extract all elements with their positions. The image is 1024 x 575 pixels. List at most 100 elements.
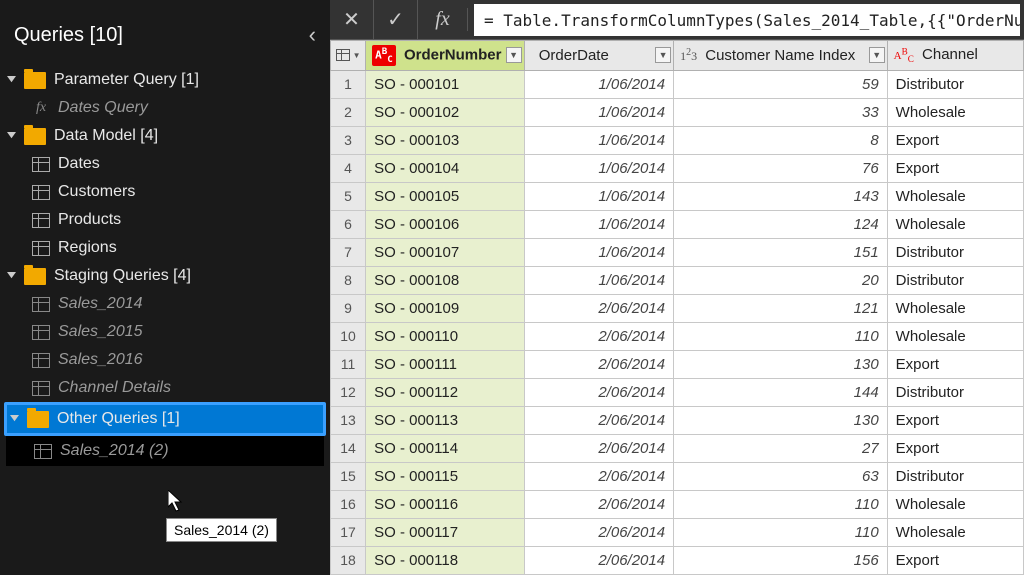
row-number[interactable]: 14 [331, 434, 366, 462]
row-number[interactable]: 15 [331, 462, 366, 490]
cell-customer-index[interactable]: 27 [674, 434, 888, 462]
row-number[interactable]: 17 [331, 518, 366, 546]
cell-channel[interactable]: Export [887, 434, 1023, 462]
column-header-customer-name-index[interactable]: 123 Customer Name Index ▼ [674, 41, 888, 71]
table-corner-menu[interactable]: ▼ [331, 41, 366, 71]
table-row[interactable]: 1SO - 0001011/06/201459Distributor [331, 70, 1024, 98]
cell-ordernumber[interactable]: SO - 000102 [366, 98, 524, 126]
cell-customer-index[interactable]: 63 [674, 462, 888, 490]
cell-orderdate[interactable]: 2/06/2014 [524, 406, 673, 434]
formula-confirm-button[interactable]: ✓ [374, 0, 418, 39]
cell-ordernumber[interactable]: SO - 000108 [366, 266, 524, 294]
tree-group[interactable]: Parameter Query [1] [0, 66, 330, 94]
cell-orderdate[interactable]: 2/06/2014 [524, 546, 673, 574]
collapse-pane-button[interactable]: ‹ [309, 22, 316, 48]
cell-ordernumber[interactable]: SO - 000118 [366, 546, 524, 574]
cell-customer-index[interactable]: 143 [674, 182, 888, 210]
cell-orderdate[interactable]: 2/06/2014 [524, 378, 673, 406]
tree-query-item[interactable]: Sales_2015 [0, 318, 330, 346]
column-filter-button[interactable]: ▼ [869, 47, 885, 63]
table-row[interactable]: 17SO - 0001172/06/2014110Wholesale [331, 518, 1024, 546]
data-table-wrap[interactable]: ▼ ABC OrderNumber ▼ OrderDate ▼ [330, 40, 1024, 575]
cell-orderdate[interactable]: 2/06/2014 [524, 322, 673, 350]
cell-customer-index[interactable]: 110 [674, 490, 888, 518]
cell-ordernumber[interactable]: SO - 000113 [366, 406, 524, 434]
row-number[interactable]: 16 [331, 490, 366, 518]
cell-ordernumber[interactable]: SO - 000101 [366, 70, 524, 98]
cell-channel[interactable]: Distributor [887, 266, 1023, 294]
table-row[interactable]: 2SO - 0001021/06/201433Wholesale [331, 98, 1024, 126]
table-row[interactable]: 8SO - 0001081/06/201420Distributor [331, 266, 1024, 294]
formula-fx-icon[interactable]: fx [418, 8, 468, 31]
cell-channel[interactable]: Wholesale [887, 98, 1023, 126]
cell-channel[interactable]: Distributor [887, 378, 1023, 406]
cell-orderdate[interactable]: 1/06/2014 [524, 266, 673, 294]
cell-orderdate[interactable]: 1/06/2014 [524, 210, 673, 238]
cell-customer-index[interactable]: 156 [674, 546, 888, 574]
tree-query-item[interactable]: Channel Details [0, 374, 330, 402]
cell-ordernumber[interactable]: SO - 000104 [366, 154, 524, 182]
table-row[interactable]: 11SO - 0001112/06/2014130Export [331, 350, 1024, 378]
cell-customer-index[interactable]: 110 [674, 322, 888, 350]
cell-channel[interactable]: Export [887, 406, 1023, 434]
row-number[interactable]: 8 [331, 266, 366, 294]
formula-input[interactable]: = Table.TransformColumnTypes(Sales_2014_… [474, 4, 1020, 36]
cell-customer-index[interactable]: 144 [674, 378, 888, 406]
cell-ordernumber[interactable]: SO - 000114 [366, 434, 524, 462]
cell-channel[interactable]: Wholesale [887, 322, 1023, 350]
cell-orderdate[interactable]: 2/06/2014 [524, 434, 673, 462]
cell-channel[interactable]: Distributor [887, 70, 1023, 98]
tree-group[interactable]: Data Model [4] [0, 122, 330, 150]
tree-query-item[interactable]: Products [0, 206, 330, 234]
tree-query-item[interactable]: Regions [0, 234, 330, 262]
column-header-channel[interactable]: ABC Channel [887, 41, 1023, 71]
cell-customer-index[interactable]: 8 [674, 126, 888, 154]
cell-channel[interactable]: Wholesale [887, 210, 1023, 238]
cell-customer-index[interactable]: 76 [674, 154, 888, 182]
row-number[interactable]: 18 [331, 546, 366, 574]
tree-query-item[interactable]: Customers [0, 178, 330, 206]
cell-channel[interactable]: Wholesale [887, 518, 1023, 546]
tree-query-item[interactable]: Dates [0, 150, 330, 178]
table-row[interactable]: 10SO - 0001102/06/2014110Wholesale [331, 322, 1024, 350]
cell-ordernumber[interactable]: SO - 000106 [366, 210, 524, 238]
column-filter-button[interactable]: ▼ [506, 47, 522, 63]
tree-query-item[interactable]: Sales_2014 (2) [6, 436, 324, 466]
cell-channel[interactable]: Wholesale [887, 294, 1023, 322]
cell-ordernumber[interactable]: SO - 000111 [366, 350, 524, 378]
tree-query-item[interactable]: fxDates Query [0, 94, 330, 122]
row-number[interactable]: 11 [331, 350, 366, 378]
cell-ordernumber[interactable]: SO - 000110 [366, 322, 524, 350]
cell-ordernumber[interactable]: SO - 000105 [366, 182, 524, 210]
cell-orderdate[interactable]: 1/06/2014 [524, 154, 673, 182]
row-number[interactable]: 9 [331, 294, 366, 322]
row-number[interactable]: 3 [331, 126, 366, 154]
column-header-orderdate[interactable]: OrderDate ▼ [524, 41, 673, 71]
tree-query-item[interactable]: Sales_2016 [0, 346, 330, 374]
cell-orderdate[interactable]: 2/06/2014 [524, 294, 673, 322]
table-row[interactable]: 6SO - 0001061/06/2014124Wholesale [331, 210, 1024, 238]
cell-orderdate[interactable]: 1/06/2014 [524, 126, 673, 154]
row-number[interactable]: 5 [331, 182, 366, 210]
row-number[interactable]: 6 [331, 210, 366, 238]
cell-channel[interactable]: Export [887, 546, 1023, 574]
formula-cancel-button[interactable]: ✕ [330, 0, 374, 39]
table-row[interactable]: 4SO - 0001041/06/201476Export [331, 154, 1024, 182]
tree-query-item[interactable]: Sales_2014 [0, 290, 330, 318]
table-row[interactable]: 12SO - 0001122/06/2014144Distributor [331, 378, 1024, 406]
cell-orderdate[interactable]: 1/06/2014 [524, 70, 673, 98]
table-row[interactable]: 9SO - 0001092/06/2014121Wholesale [331, 294, 1024, 322]
row-number[interactable]: 13 [331, 406, 366, 434]
cell-orderdate[interactable]: 2/06/2014 [524, 518, 673, 546]
table-row[interactable]: 16SO - 0001162/06/2014110Wholesale [331, 490, 1024, 518]
cell-orderdate[interactable]: 2/06/2014 [524, 490, 673, 518]
table-row[interactable]: 13SO - 0001132/06/2014130Export [331, 406, 1024, 434]
table-row[interactable]: 14SO - 0001142/06/201427Export [331, 434, 1024, 462]
table-row[interactable]: 15SO - 0001152/06/201463Distributor [331, 462, 1024, 490]
table-row[interactable]: 3SO - 0001031/06/20148Export [331, 126, 1024, 154]
cell-ordernumber[interactable]: SO - 000116 [366, 490, 524, 518]
cell-ordernumber[interactable]: SO - 000112 [366, 378, 524, 406]
cell-ordernumber[interactable]: SO - 000115 [366, 462, 524, 490]
cell-orderdate[interactable]: 1/06/2014 [524, 182, 673, 210]
cell-channel[interactable]: Wholesale [887, 182, 1023, 210]
